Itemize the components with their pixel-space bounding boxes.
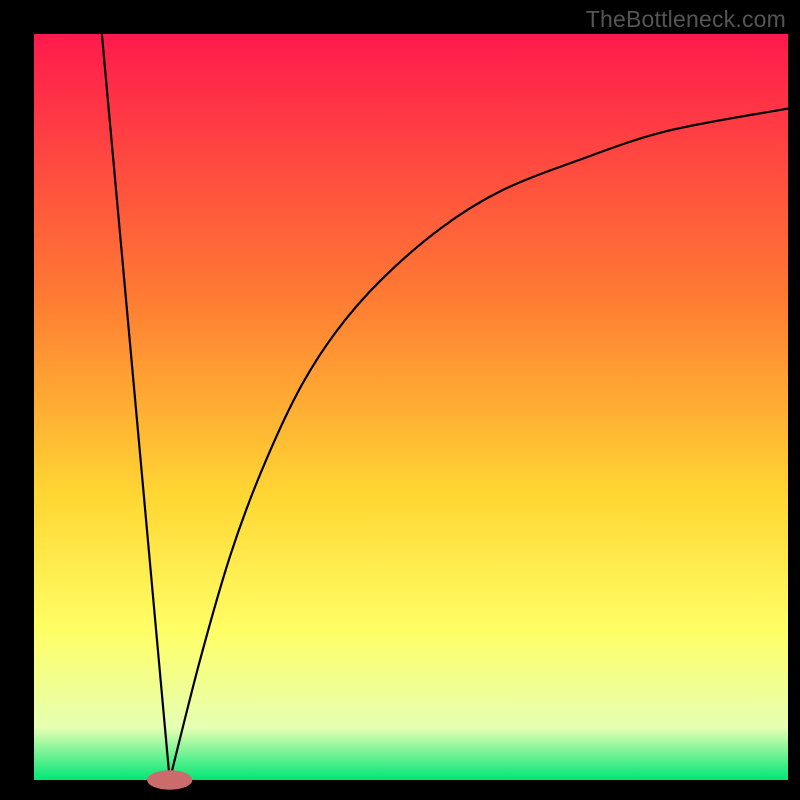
bottleneck-chart [0, 0, 800, 800]
watermark-text: TheBottleneck.com [586, 6, 786, 33]
chart-container: { "watermark": "TheBottleneck.com", "cha… [0, 0, 800, 800]
plot-background [34, 34, 788, 780]
optimal-point-marker [147, 770, 192, 789]
